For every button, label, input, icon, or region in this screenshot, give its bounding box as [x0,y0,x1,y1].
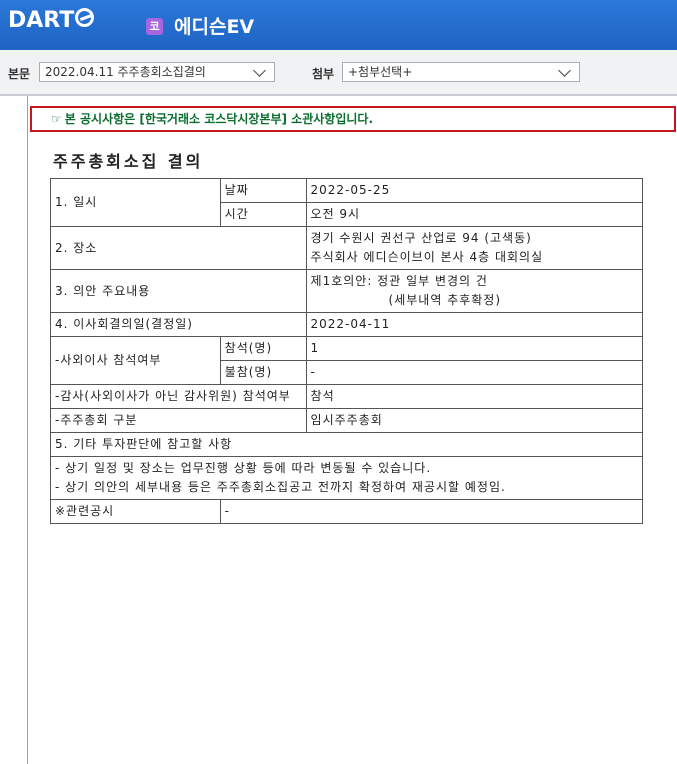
meeting-type-label: -주주총회 구분 [50,408,307,433]
disclosure-table: 1. 일시 날짜 2022-05-25 시간 오전 9시 2. 장소 경기 수원… [50,178,644,524]
pointing-hand-icon: ☞ [51,112,62,126]
table-row: -감사(사외이사가 아닌 감사위원) 참석여부 참석 [50,384,644,409]
other-line-1: - 상기 일정 및 장소는 업무진행 상황 등에 따라 변동될 수 있습니다. [55,461,432,475]
place-value: 경기 수원시 권선구 산업로 94 (고색동) 주식회사 에디슨이브이 본사 4… [305,226,644,270]
document-viewer[interactable]: ☞ 본 공시사항은 [한국거래소 코스닥시장본부] 소관사항입니다. 주주총회소집… [27,96,677,764]
outside-director-label: -사외이사 참석여부 [50,336,221,385]
dart-logo[interactable]: DART [8,8,95,33]
time-sub-label: 시간 [219,202,307,227]
table-row: 3. 의안 주요내용 제1호의안: 정관 일부 변경의 건 (세부내역 추후확정… [50,269,644,313]
agenda-value: 제1호의안: 정관 일부 변경의 건 (세부내역 추후확정) [305,269,644,313]
table-row: 5. 기타 투자판단에 참고할 사항 [50,432,643,457]
other-matters-value: - 상기 일정 및 장소는 업무진행 상황 등에 따라 변동될 수 있습니다. … [50,456,643,500]
other-matters-label: 5. 기타 투자판단에 참고할 사항 [50,432,643,457]
outside-absent-label: 불참(명) [219,360,307,385]
table-row: 4. 이사회결의일(결정일) 2022-04-11 [50,312,644,337]
table-row: -주주총회 구분 임시주주총회 [50,408,644,433]
market-badge: 코 [146,18,163,35]
table-row: 2. 장소 경기 수원시 권선구 산업로 94 (고색동) 주식회사 에디슨이브… [50,226,644,270]
top-header: DART 코 에디슨EV [0,0,677,50]
auditor-value: 참석 [305,384,644,409]
main-label: 본문 [8,67,31,81]
table-row: ※관련공시 - [50,499,644,524]
board-resolution-label: 4. 이사회결의일(결정일) [50,312,307,337]
related-disclosure-value: - [219,499,644,524]
date-value: 2022-05-25 [305,178,644,203]
place-label: 2. 장소 [50,226,307,270]
agenda-label: 3. 의안 주요내용 [50,269,307,313]
date-sub-label: 날짜 [219,178,307,203]
outside-attend-value: 1 [305,336,644,361]
outside-absent-value: - [305,360,644,385]
chevron-down-icon [558,64,571,77]
dart-logo-mark-icon [75,8,95,27]
outside-attend-label: 참석(명) [219,336,307,361]
dart-logo-text: DART [8,8,75,33]
date-label: 1. 일시 [50,178,221,227]
document-toolbar: 본문 2022.04.11 주주총회소집결의 첨부 +첨부선택+ [0,50,677,96]
company-name[interactable]: 에디슨EV [174,14,254,40]
attach-label: 첨부 [312,67,335,81]
main-document-select-value: 2022.04.11 주주총회소집결의 [45,65,206,79]
meeting-type-value: 임시주주총회 [305,408,644,433]
related-disclosure-label: ※관련공시 [50,499,221,524]
table-row: - 상기 일정 및 장소는 업무진행 상황 등에 따라 변동될 수 있습니다. … [50,456,643,500]
chevron-down-icon [253,64,266,77]
main-document-select[interactable]: 2022.04.11 주주총회소집결의 [39,62,275,82]
place-line-1: 경기 수원시 권선구 산업로 94 (고색동) [310,231,532,245]
agenda-line-1: 제1호의안: 정관 일부 변경의 건 [310,274,488,288]
board-resolution-date: 2022-04-11 [305,312,644,337]
time-value: 오전 9시 [305,202,644,227]
attachment-select-value: +첨부선택+ [348,65,413,79]
jurisdiction-notice: ☞ 본 공시사항은 [한국거래소 코스닥시장본부] 소관사항입니다. [30,106,676,132]
table-row: 1. 일시 날짜 2022-05-25 [50,178,644,227]
agenda-line-2: (세부내역 추후확정) [388,293,502,307]
other-line-2: - 상기 의안의 세부내용 등은 주주총회소집공고 전까지 확정하여 재공시할 … [55,480,506,494]
notice-text: 본 공시사항은 [한국거래소 코스닥시장본부] 소관사항입니다. [64,112,374,126]
document-title: 주주총회소집 결의 [53,152,204,171]
table-row: -사외이사 참석여부 참석(명) 1 [50,336,644,385]
auditor-label: -감사(사외이사가 아닌 감사위원) 참석여부 [50,384,307,409]
place-line-2: 주식회사 에디슨이브이 본사 4층 대회의실 [310,250,544,264]
attachment-select[interactable]: +첨부선택+ [342,62,580,82]
